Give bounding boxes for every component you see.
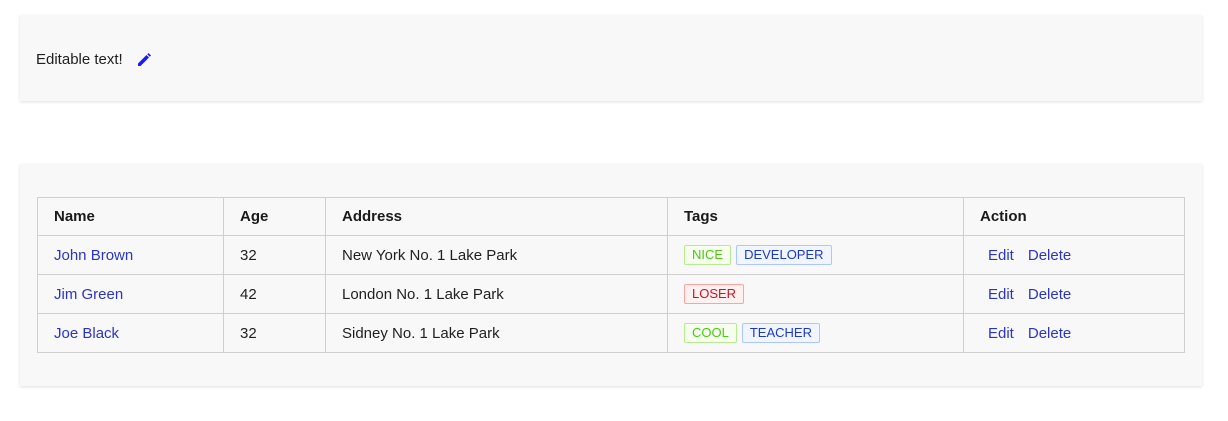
column-header-tags: Tags bbox=[667, 197, 964, 236]
cell-age: 32 bbox=[223, 235, 326, 275]
pencil-icon[interactable] bbox=[136, 52, 152, 68]
cell-action: Edit Delete bbox=[963, 274, 1185, 314]
column-header-address: Address bbox=[325, 197, 668, 236]
cell-age: 42 bbox=[223, 274, 326, 314]
tag-badge: COOL bbox=[684, 323, 737, 343]
editable-row: Editable text! bbox=[36, 50, 152, 70]
cell-name: Joe Black bbox=[37, 313, 224, 353]
column-header-age: Age bbox=[223, 197, 326, 236]
delete-link[interactable]: Delete bbox=[1028, 325, 1071, 342]
editable-card: Editable text! bbox=[20, 15, 1202, 101]
table-row: Jim Green 42 London No. 1 Lake Park LOSE… bbox=[37, 274, 1185, 314]
edit-link[interactable]: Edit bbox=[988, 325, 1014, 342]
tag-badge: DEVELOPER bbox=[736, 245, 832, 265]
data-table: Name Age Address Tags Action John Brown … bbox=[37, 197, 1185, 353]
tag-badge: LOSER bbox=[684, 284, 745, 304]
cell-address: London No. 1 Lake Park bbox=[325, 274, 668, 314]
edit-link[interactable]: Edit bbox=[988, 247, 1014, 264]
table-card: Name Age Address Tags Action John Brown … bbox=[20, 164, 1202, 386]
table-row: John Brown 32 New York No. 1 Lake Park N… bbox=[37, 235, 1185, 275]
editable-text[interactable]: Editable text! bbox=[36, 50, 123, 70]
name-link[interactable]: Joe Black bbox=[54, 325, 119, 342]
cell-age: 32 bbox=[223, 313, 326, 353]
cell-tags: COOL TEACHER bbox=[667, 313, 964, 353]
cell-name: John Brown bbox=[37, 235, 224, 275]
cell-action: Edit Delete bbox=[963, 235, 1185, 275]
delete-link[interactable]: Delete bbox=[1028, 247, 1071, 264]
delete-link[interactable]: Delete bbox=[1028, 286, 1071, 303]
table-header-row: Name Age Address Tags Action bbox=[37, 197, 1185, 236]
table-row: Joe Black 32 Sidney No. 1 Lake Park COOL… bbox=[37, 313, 1185, 353]
cell-action: Edit Delete bbox=[963, 313, 1185, 353]
name-link[interactable]: Jim Green bbox=[54, 286, 123, 303]
column-header-name: Name bbox=[37, 197, 224, 236]
cell-tags: LOSER bbox=[667, 274, 964, 314]
edit-link[interactable]: Edit bbox=[988, 286, 1014, 303]
tag-badge: NICE bbox=[684, 245, 732, 265]
tag-badge: TEACHER bbox=[741, 323, 820, 343]
cell-address: New York No. 1 Lake Park bbox=[325, 235, 668, 275]
cell-tags: NICE DEVELOPER bbox=[667, 235, 964, 275]
column-header-action: Action bbox=[963, 197, 1185, 236]
cell-name: Jim Green bbox=[37, 274, 224, 314]
name-link[interactable]: John Brown bbox=[54, 247, 133, 264]
cell-address: Sidney No. 1 Lake Park bbox=[325, 313, 668, 353]
